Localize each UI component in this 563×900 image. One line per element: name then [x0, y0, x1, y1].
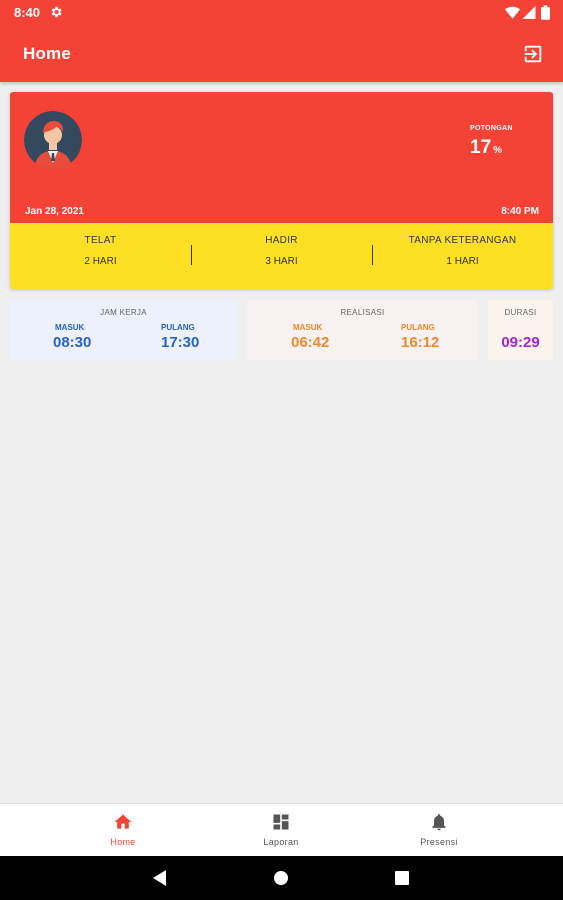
stat-label: TANPA KETERANGAN: [408, 235, 517, 246]
home-icon: [114, 814, 132, 829]
jam-kerja-masuk-value: 08:30: [53, 334, 92, 351]
jam-kerja-title: JAM KERJA: [100, 308, 147, 317]
nav-label: Home: [110, 837, 136, 847]
gear-icon: [51, 6, 62, 18]
battery-icon: [541, 5, 550, 20]
avatar[interactable]: [24, 111, 82, 169]
nav-home[interactable]: Home: [83, 812, 163, 847]
realisasi-title: REALISASI: [340, 308, 385, 317]
stat-value: 1 HARI: [446, 256, 479, 267]
potongan-number: 17: [470, 137, 492, 158]
current-date: Jan 28, 2021: [25, 206, 84, 217]
bell-icon: [432, 814, 446, 831]
potongan-unit: %: [493, 145, 503, 156]
nav-laporan[interactable]: Laporan: [241, 812, 321, 847]
nav-presensi[interactable]: Presensi: [399, 812, 479, 847]
jam-kerja-masuk-label: MASUK: [55, 323, 85, 332]
stat-label: HADIR: [265, 235, 298, 246]
dashboard-icon: [273, 814, 289, 830]
jam-kerja-pulang-label: PULANG: [161, 323, 195, 332]
stat-tanpa-keterangan: TANPA KETERANGAN 1 HARI: [372, 235, 553, 267]
stat-value: 2 HARI: [84, 256, 117, 267]
durasi-card: DURASI 09:29: [488, 300, 553, 360]
nav-label: Laporan: [263, 837, 299, 847]
stat-hadir: HADIR 3 HARI: [191, 235, 372, 267]
wifi-icon: [505, 6, 520, 19]
nav-label: Presensi: [420, 837, 458, 847]
current-time: 8:40 PM: [501, 206, 539, 217]
realisasi-masuk-label: MASUK: [293, 323, 323, 332]
logout-icon[interactable]: [522, 43, 544, 65]
realisasi-card: REALISASI MASUK 06:42 PULANG 16:12: [247, 300, 478, 360]
stat-telat: TELAT 2 HARI: [10, 235, 191, 267]
app-bar: Home: [0, 26, 563, 82]
realisasi-masuk-value: 06:42: [291, 334, 330, 351]
system-navigation-bar: [0, 856, 563, 900]
status-time: 8:40: [14, 5, 41, 20]
jam-kerja-card: JAM KERJA MASUK 08:30 PULANG 17:30: [10, 300, 237, 360]
back-icon[interactable]: [153, 870, 167, 886]
stat-value: 3 HARI: [265, 256, 298, 267]
durasi-title: DURASI: [504, 308, 537, 317]
realisasi-pulang-value: 16:12: [401, 334, 440, 351]
status-bar: 8:40: [0, 0, 563, 26]
attendance-stats: TELAT 2 HARI HADIR 3 HARI TANPA KETERANG…: [10, 223, 553, 289]
potongan-label: POTONGAN: [470, 125, 513, 132]
summary-card: POTONGAN 17% Jan 28, 2021 8:40 PM TELAT …: [10, 92, 553, 289]
profile-panel: POTONGAN 17% Jan 28, 2021 8:40 PM: [10, 92, 553, 223]
signal-icon: [522, 6, 536, 19]
bottom-navigation: Home Laporan Presensi: [0, 803, 563, 856]
jam-kerja-pulang-value: 17:30: [161, 334, 200, 351]
realisasi-pulang-label: PULANG: [401, 323, 435, 332]
page-title: Home: [23, 44, 72, 63]
recents-icon[interactable]: [395, 871, 409, 885]
durasi-value: 09:29: [501, 334, 540, 351]
home-button-icon[interactable]: [274, 871, 288, 885]
potongan-value: 17%: [470, 137, 502, 159]
stat-label: TELAT: [84, 235, 117, 246]
